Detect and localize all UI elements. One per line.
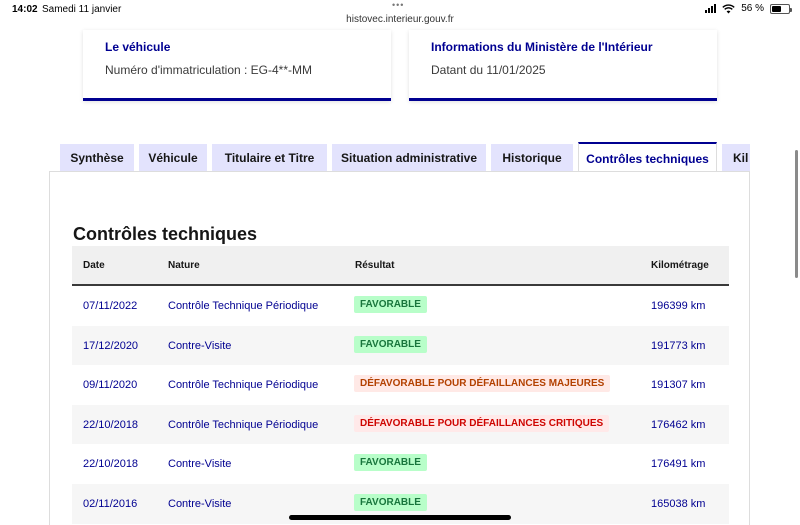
- row-nature: Contrôle Technique Périodique: [168, 379, 319, 392]
- header-result: Résultat: [355, 260, 395, 271]
- row-mileage: 191773 km: [651, 339, 706, 352]
- ministry-info-card: Informations du Ministère de l'Intérieur…: [409, 30, 717, 101]
- tab-vehicule[interactable]: Véhicule: [139, 144, 207, 172]
- row-date: 17/12/2020: [83, 339, 139, 352]
- tab-titulaire-titre[interactable]: Titulaire et Titre: [212, 144, 327, 172]
- cellular-signal-icon: [705, 4, 717, 13]
- row-nature: Contre-Visite: [168, 497, 232, 510]
- row-nature: Contrôle Technique Périodique: [168, 300, 319, 312]
- battery-icon: [770, 3, 792, 14]
- tab-synthese[interactable]: Synthèse: [60, 144, 134, 172]
- row-mileage: 176491 km: [651, 458, 706, 471]
- result-badge: FAVORABLE: [354, 493, 427, 511]
- section-title: Contrôles techniques: [73, 224, 258, 244]
- row-nature: Contre-Visite: [168, 339, 232, 352]
- row-date: 22/10/2018: [83, 458, 139, 471]
- table-row: 22/10/2018 Contre-Visite FAVORABLE 17649…: [72, 444, 729, 484]
- tab-controles-techniques[interactable]: Contrôles techniques: [578, 142, 717, 172]
- result-badge: FAVORABLE: [354, 454, 427, 472]
- row-mileage: 196399 km: [651, 300, 706, 312]
- wifi-icon: [722, 3, 735, 13]
- row-nature: Contre-Visite: [168, 458, 232, 471]
- table-row: 22/10/2018 Contrôle Technique Périodique…: [72, 404, 729, 445]
- info-date: Datant du 11/01/2025: [431, 63, 546, 77]
- result-badge: FAVORABLE: [354, 335, 427, 353]
- row-mileage: 165038 km: [651, 497, 706, 510]
- technical-inspections-table: Date Nature Résultat Kilométrage 07/11/2…: [72, 246, 729, 524]
- table-row: 09/11/2020 Contrôle Technique Périodique…: [72, 365, 729, 405]
- row-date: 07/11/2022: [83, 300, 138, 312]
- row-date: 22/10/2018: [83, 418, 139, 431]
- battery-percent: 56 %: [741, 3, 764, 14]
- tab-historique[interactable]: Historique: [491, 144, 573, 172]
- row-date: 09/11/2020: [83, 379, 138, 392]
- tab-panel: Contrôles techniques Date Nature Résulta…: [49, 171, 750, 525]
- table-header: Date Nature Résultat Kilométrage: [72, 246, 729, 286]
- vehicle-card-title: Le véhicule: [105, 40, 171, 54]
- tab-kilometrage[interactable]: Kil: [722, 144, 750, 172]
- ministry-card-title: Informations du Ministère de l'Intérieur: [431, 40, 653, 54]
- row-date: 02/11/2016: [83, 497, 138, 510]
- status-bar: 14:02 Samedi 11 janvier ••• histovec.int…: [0, 0, 800, 30]
- battery-level: [772, 5, 781, 12]
- header-mileage: Kilométrage: [651, 260, 709, 271]
- result-badge: DÉFAVORABLE POUR DÉFAILLANCES CRITIQUES: [354, 414, 610, 432]
- row-mileage: 176462 km: [651, 418, 706, 431]
- vehicle-card: Le véhicule Numéro d'immatriculation : E…: [83, 30, 391, 101]
- row-nature: Contrôle Technique Périodique: [168, 418, 319, 431]
- result-badge: FAVORABLE: [354, 296, 427, 313]
- registration-number: Numéro d'immatriculation : EG-4**-MM: [105, 63, 313, 77]
- address-bar-url[interactable]: histovec.interieur.gouv.fr: [0, 14, 800, 25]
- header-date: Date: [83, 260, 105, 271]
- status-indicators: 56 %: [705, 3, 792, 14]
- row-mileage: 191307 km: [651, 379, 706, 392]
- home-indicator[interactable]: [289, 515, 511, 520]
- table-row: 07/11/2022 Contrôle Technique Périodique…: [72, 286, 729, 326]
- result-badge: DÉFAVORABLE POUR DÉFAILLANCES MAJEURES: [354, 375, 611, 393]
- page-scrollbar[interactable]: [795, 150, 798, 278]
- tab-bar: Synthèse Véhicule Titulaire et Titre Sit…: [60, 142, 750, 172]
- tab-situation-administrative[interactable]: Situation administrative: [332, 144, 486, 172]
- more-dots-icon[interactable]: •••: [392, 0, 404, 10]
- table-row: 17/12/2020 Contre-Visite FAVORABLE 19177…: [72, 325, 729, 366]
- header-nature: Nature: [168, 260, 200, 271]
